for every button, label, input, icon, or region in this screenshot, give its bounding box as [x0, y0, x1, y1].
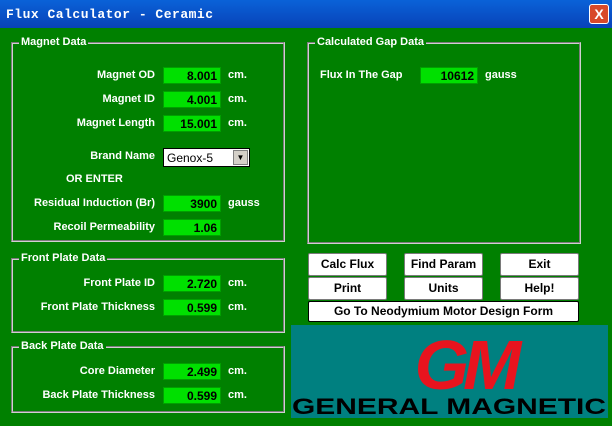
residual-induction-unit: gauss	[228, 197, 260, 209]
brand-name-label: Brand Name	[90, 150, 155, 162]
magnet-id-unit: cm.	[228, 93, 247, 105]
flux-in-gap-unit: gauss	[485, 69, 517, 81]
back-plate-thickness-unit: cm.	[228, 389, 247, 401]
recoil-permeability-label: Recoil Permeability	[53, 221, 156, 233]
front-plate-id-unit: cm.	[228, 277, 247, 289]
brand-name-select[interactable]: Genox-5 ▼	[163, 148, 250, 167]
magnet-length-unit: cm.	[228, 117, 247, 129]
core-diameter-label: Core Diameter	[79, 365, 155, 377]
gm-logo-letters: GM	[415, 326, 523, 404]
residual-induction-field[interactable]: 3900	[163, 195, 221, 212]
brand-name-value: Genox-5	[167, 151, 214, 165]
magnet-id-field[interactable]: 4.001	[163, 91, 221, 108]
core-diameter-field[interactable]: 2.499	[163, 363, 221, 380]
calc-flux-button[interactable]: Calc Flux	[308, 253, 387, 276]
back-plate-thickness-label: Back Plate Thickness	[42, 389, 155, 401]
print-button[interactable]: Print	[308, 277, 387, 300]
magnet-od-field[interactable]: 8.001	[163, 67, 221, 84]
window-title: Flux Calculator - Ceramic	[6, 7, 214, 22]
title-bar[interactable]: Flux Calculator - Ceramic X	[0, 0, 612, 28]
units-button[interactable]: Units	[404, 277, 483, 300]
residual-induction-label: Residual Induction (Br)	[34, 197, 155, 209]
exit-button[interactable]: Exit	[500, 253, 579, 276]
front-plate-group: Front Plate Data	[11, 251, 285, 333]
or-enter-label: OR ENTER	[66, 173, 123, 185]
recoil-permeability-field[interactable]: 1.06	[163, 219, 221, 236]
back-plate-thickness-field[interactable]: 0.599	[163, 387, 221, 404]
back-plate-group: Back Plate Data	[11, 339, 285, 413]
flux-in-gap-field[interactable]: 10612	[420, 67, 478, 84]
front-plate-id-label: Front Plate ID	[83, 277, 155, 289]
help-button[interactable]: Help!	[500, 277, 579, 300]
front-plate-title: Front Plate Data	[19, 251, 108, 265]
front-plate-thickness-label: Front Plate Thickness	[40, 301, 155, 313]
front-plate-id-field[interactable]: 2.720	[163, 275, 221, 292]
general-magnetic-logo: GM GENERAL MAGNETIC	[291, 325, 608, 419]
back-plate-title: Back Plate Data	[19, 339, 106, 353]
magnet-od-label: Magnet OD	[96, 69, 155, 81]
magnet-od-unit: cm.	[228, 69, 247, 81]
magnet-length-field[interactable]: 15.001	[163, 115, 221, 132]
gap-data-title: Calculated Gap Data	[315, 35, 426, 49]
neodymium-form-button[interactable]: Go To Neodymium Motor Design Form	[308, 301, 579, 322]
core-diameter-unit: cm.	[228, 365, 247, 377]
flux-in-gap-label: Flux In The Gap	[320, 69, 403, 81]
general-magnetic-text: GENERAL MAGNETIC	[292, 394, 606, 418]
close-button[interactable]: X	[589, 4, 609, 24]
magnet-length-label: Magnet Length	[76, 117, 155, 129]
flux-calculator-window: Flux Calculator - Ceramic X Magnet Data …	[0, 0, 612, 426]
chevron-down-icon[interactable]: ▼	[233, 150, 248, 165]
find-param-button[interactable]: Find Param	[404, 253, 483, 276]
front-plate-thickness-field[interactable]: 0.599	[163, 299, 221, 316]
magnet-data-title: Magnet Data	[19, 35, 89, 49]
magnet-id-label: Magnet ID	[102, 93, 155, 105]
front-plate-thickness-unit: cm.	[228, 301, 247, 313]
gm-logo-mark: GM GENERAL MAGNETIC	[292, 326, 606, 419]
